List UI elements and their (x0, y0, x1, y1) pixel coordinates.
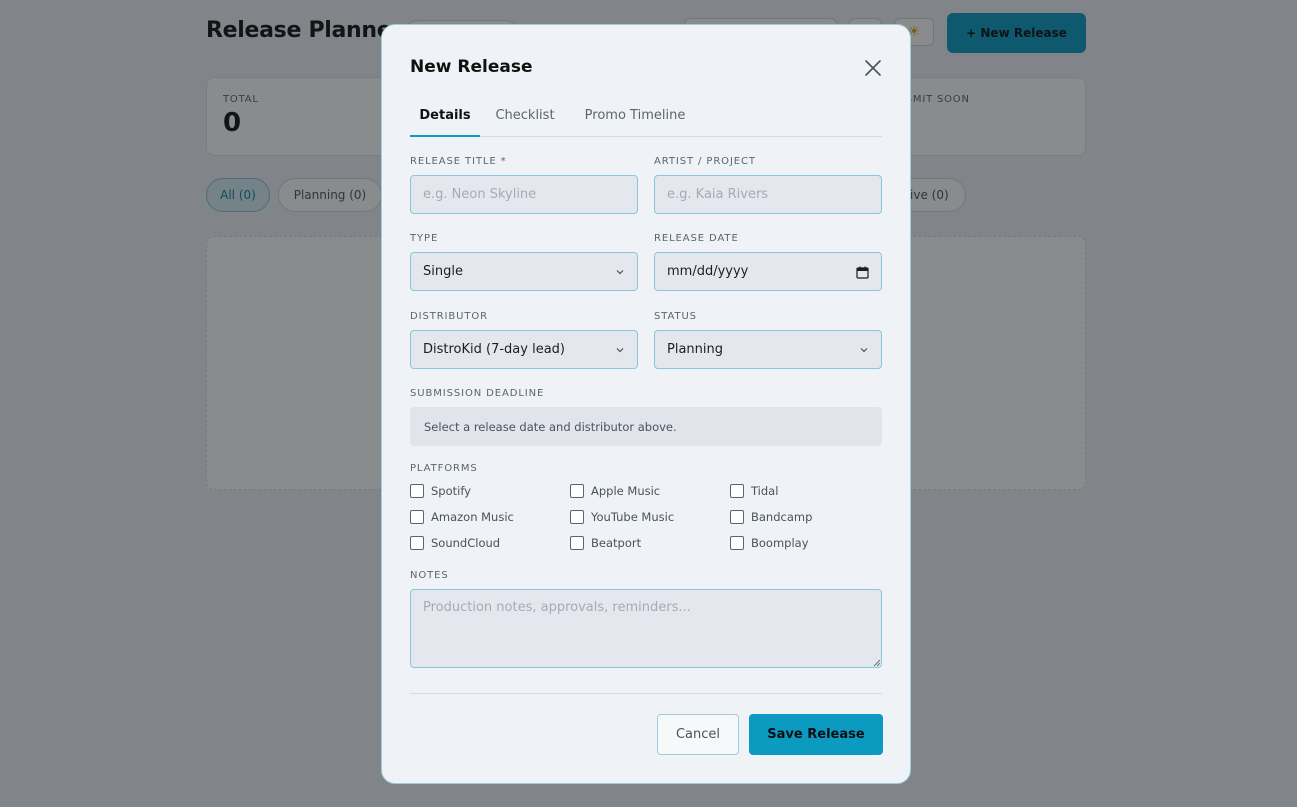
checkbox[interactable] (570, 510, 584, 524)
tab-checklist[interactable]: Checklist (494, 105, 556, 137)
new-release-modal: New Release Details Checklist Promo Time… (381, 24, 911, 784)
status-select-value: Planning (667, 342, 723, 357)
checkbox[interactable] (730, 510, 744, 524)
platform-label: Spotify (431, 484, 471, 498)
notes-textarea[interactable] (410, 589, 882, 668)
footer-divider (410, 693, 882, 694)
platform-boomplay[interactable]: Boomplay (730, 534, 809, 552)
resize-grip-icon[interactable] (873, 659, 881, 667)
release-date-input[interactable]: mm/dd/yyyy (654, 252, 882, 291)
checkbox[interactable] (730, 536, 744, 550)
tab-details[interactable]: Details (410, 105, 480, 137)
modal-tabs: Details Checklist Promo Timeline (410, 105, 882, 137)
notes-label: NOTES (410, 570, 449, 581)
platform-amazon-music[interactable]: Amazon Music (410, 508, 514, 526)
platform-beatport[interactable]: Beatport (570, 534, 641, 552)
status-label: STATUS (654, 311, 697, 322)
platform-spotify[interactable]: Spotify (410, 482, 471, 500)
platform-label: SoundCloud (431, 536, 501, 550)
platform-tidal[interactable]: Tidal (730, 482, 778, 500)
release-date-value: mm/dd/yyyy (667, 264, 749, 279)
checkbox[interactable] (410, 510, 424, 524)
platform-apple-music[interactable]: Apple Music (570, 482, 660, 500)
platform-label: YouTube Music (591, 510, 675, 524)
cancel-button[interactable]: Cancel (657, 714, 739, 755)
checkbox[interactable] (410, 484, 424, 498)
save-release-button[interactable]: Save Release (749, 714, 883, 755)
platform-label: Amazon Music (431, 510, 514, 524)
platform-label: Beatport (591, 536, 642, 550)
platform-youtube-music[interactable]: YouTube Music (570, 508, 674, 526)
platform-label: Tidal (751, 484, 779, 498)
checkbox[interactable] (570, 484, 584, 498)
release-date-label: RELEASE DATE (654, 233, 739, 244)
release-title-input[interactable] (410, 175, 638, 214)
platform-bandcamp[interactable]: Bandcamp (730, 508, 812, 526)
type-select-value: Single (423, 264, 463, 279)
artist-label: ARTIST / PROJECT (654, 156, 756, 167)
chevron-down-icon (860, 348, 868, 353)
platform-label: Boomplay (751, 536, 809, 550)
platform-soundcloud[interactable]: SoundCloud (410, 534, 500, 552)
chevron-down-icon (616, 270, 624, 275)
checkbox[interactable] (410, 536, 424, 550)
platforms-label: PLATFORMS (410, 463, 478, 474)
checkbox[interactable] (730, 484, 744, 498)
type-label: TYPE (410, 233, 439, 244)
release-title-label: RELEASE TITLE * (410, 156, 507, 167)
platform-label: Bandcamp (751, 510, 813, 524)
platform-label: Apple Music (591, 484, 661, 498)
status-select[interactable]: Planning (654, 330, 882, 369)
distributor-select[interactable]: DistroKid (7-day lead) (410, 330, 638, 369)
distributor-select-value: DistroKid (7-day lead) (423, 342, 566, 357)
submission-deadline-label: SUBMISSION DEADLINE (410, 388, 545, 399)
artist-input[interactable] (654, 175, 882, 214)
submission-deadline-value: Select a release date and distributor ab… (410, 407, 882, 446)
modal-title: New Release (410, 57, 533, 77)
tab-promo-timeline[interactable]: Promo Timeline (582, 105, 688, 137)
close-icon (865, 60, 881, 76)
type-select[interactable]: Single (410, 252, 638, 291)
calendar-icon (856, 266, 869, 279)
checkbox[interactable] (570, 536, 584, 550)
close-button[interactable] (862, 57, 884, 79)
distributor-label: DISTRIBUTOR (410, 311, 489, 322)
chevron-down-icon (616, 348, 624, 353)
